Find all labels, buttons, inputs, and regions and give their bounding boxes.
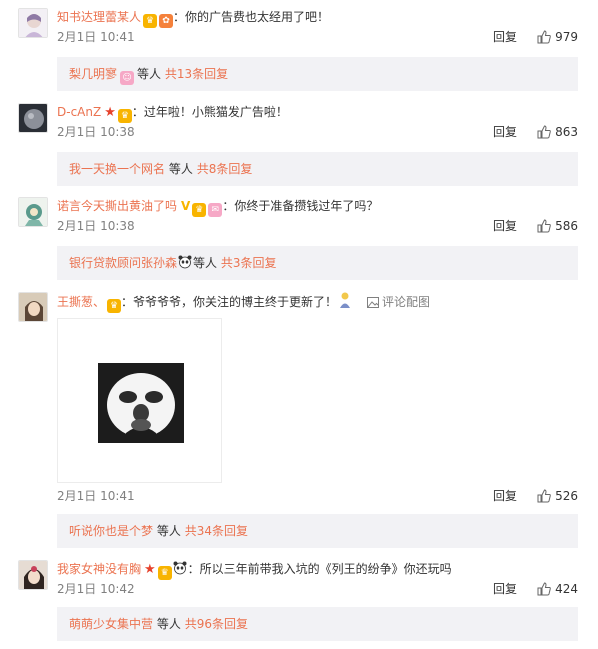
reply-button[interactable]: 回复 xyxy=(493,28,517,46)
like-count: 586 xyxy=(555,219,578,233)
sub-replies-box[interactable]: 我一天换一个网名 等人 共8条回复 xyxy=(57,152,578,186)
member-crown-icon[interactable]: ♛ xyxy=(117,109,132,123)
thumbs-up-icon xyxy=(537,30,551,44)
username-link[interactable]: D-cAnZ xyxy=(57,105,101,119)
sub-reply-suffix: 等人 xyxy=(137,67,162,81)
username-link[interactable]: 我家女神没有胸 xyxy=(57,562,141,576)
reply-button[interactable]: 回复 xyxy=(493,123,517,141)
comment-text: ：所以三年前带我入坑的《列王的纷争》你还玩吗 xyxy=(187,562,452,576)
sub-reply-username[interactable]: 梨几明寥 xyxy=(69,67,117,81)
like-count: 863 xyxy=(555,125,578,139)
comment-time: 2月1日 10:42 xyxy=(57,582,135,596)
sub-reply-username[interactable]: 我一天换一个网名 xyxy=(69,162,165,176)
username-link[interactable]: 诺言今天撕出黄油了吗 xyxy=(57,199,177,213)
reply-button[interactable]: 回复 xyxy=(493,580,517,598)
emoji-icon xyxy=(338,292,352,313)
sub-reply-suffix: 等人 xyxy=(156,617,181,631)
fan-badge-icon[interactable]: ✿ xyxy=(159,14,174,28)
sub-reply-count[interactable]: 共3条回复 xyxy=(221,256,277,270)
reply-button[interactable]: 回复 xyxy=(493,487,517,505)
thumbs-up-icon xyxy=(537,582,551,596)
like-button[interactable]: 586 xyxy=(537,217,578,235)
like-button[interactable]: 526 xyxy=(537,487,578,505)
sub-reply-count[interactable]: 共34条回复 xyxy=(185,524,248,538)
panda-meme-image xyxy=(98,363,184,443)
like-button[interactable]: 424 xyxy=(537,580,578,598)
comment-time: 2月1日 10:38 xyxy=(57,219,135,233)
sub-replies-box[interactable]: 银行贷款顾问张孙森 等人 共3条回复 xyxy=(57,246,578,280)
sub-replies-box[interactable]: 听说你也是个梦 等人 共34条回复 xyxy=(57,514,578,548)
sub-replies-box[interactable]: 梨几明寥 ☺ 等人 共13条回复 xyxy=(57,57,578,91)
sub-replies-box[interactable]: 萌萌少女集中营 等人 共96条回复 xyxy=(57,607,578,641)
panda-emoji-icon xyxy=(178,248,192,282)
member-crown-icon[interactable]: ♛ xyxy=(192,203,207,217)
sub-reply-count[interactable]: 共13条回复 xyxy=(165,67,228,81)
member-crown-icon[interactable]: ♛ xyxy=(157,566,172,580)
star-badge-icon[interactable]: ★ xyxy=(144,562,156,577)
sub-reply-username[interactable]: 听说你也是个梦 xyxy=(69,524,153,538)
comment-text: ：你的广告费也太经用了吧！ xyxy=(173,10,330,24)
comment-text: ：你终于准备攒钱过年了吗？ xyxy=(222,199,379,213)
panda-emoji-icon xyxy=(173,561,187,580)
like-count: 424 xyxy=(555,582,578,596)
star-badge-icon[interactable]: ★ xyxy=(104,105,116,120)
comment-picture-link[interactable]: 评论配图 xyxy=(367,295,430,309)
avatar[interactable] xyxy=(18,292,48,322)
reply-button[interactable]: 回复 xyxy=(493,217,517,235)
image-icon xyxy=(367,297,380,308)
avatar[interactable] xyxy=(18,560,48,590)
sub-reply-username[interactable]: 萌萌少女集中营 xyxy=(69,617,153,631)
avatar[interactable] xyxy=(18,103,48,133)
like-button[interactable]: 863 xyxy=(537,123,578,141)
comment-time: 2月1日 10:41 xyxy=(57,489,135,503)
avatar[interactable] xyxy=(18,197,48,227)
sub-reply-username[interactable]: 银行贷款顾问张孙森 xyxy=(69,256,177,270)
sub-reply-suffix: 等人 xyxy=(168,162,193,176)
verified-v-icon[interactable]: V xyxy=(181,199,190,213)
emoji-icon: ☺ xyxy=(120,71,135,85)
comment-time: 2月1日 10:38 xyxy=(57,125,135,139)
member-crown-icon[interactable]: ♛ xyxy=(107,299,122,313)
thumbs-up-icon xyxy=(537,489,551,503)
avatar[interactable] xyxy=(18,8,48,38)
sub-reply-count[interactable]: 共96条回复 xyxy=(185,617,248,631)
username-link[interactable]: 知书达理蕾某人 xyxy=(57,10,141,24)
comment-time: 2月1日 10:41 xyxy=(57,30,135,44)
like-count: 526 xyxy=(555,489,578,503)
sub-reply-suffix: 等人 xyxy=(193,256,218,270)
thumbs-up-icon xyxy=(537,219,551,233)
member-crown-icon[interactable]: ♛ xyxy=(143,14,158,28)
like-count: 979 xyxy=(555,30,578,44)
sub-reply-count[interactable]: 共8条回复 xyxy=(197,162,253,176)
emoji-icon: ✉ xyxy=(208,203,223,217)
username-link[interactable]: 王撕葱、 xyxy=(57,295,105,309)
comment-text: ：爷爷爷爷，你关注的博主终于更新了！ xyxy=(121,295,338,309)
thumbs-up-icon xyxy=(537,125,551,139)
comment-picture-label: 评论配图 xyxy=(382,295,431,309)
like-button[interactable]: 979 xyxy=(537,28,578,46)
comment-image[interactable] xyxy=(57,318,222,483)
sub-reply-suffix: 等人 xyxy=(156,524,181,538)
comment-feed: 知书达理蕾某人 ♛ ✿ ：你的广告费也太经用了吧！ 2月1日 10:41 回复 979… xyxy=(0,0,598,649)
comment-text: ：过年啦！小熊猫发广告啦！ xyxy=(131,105,288,119)
